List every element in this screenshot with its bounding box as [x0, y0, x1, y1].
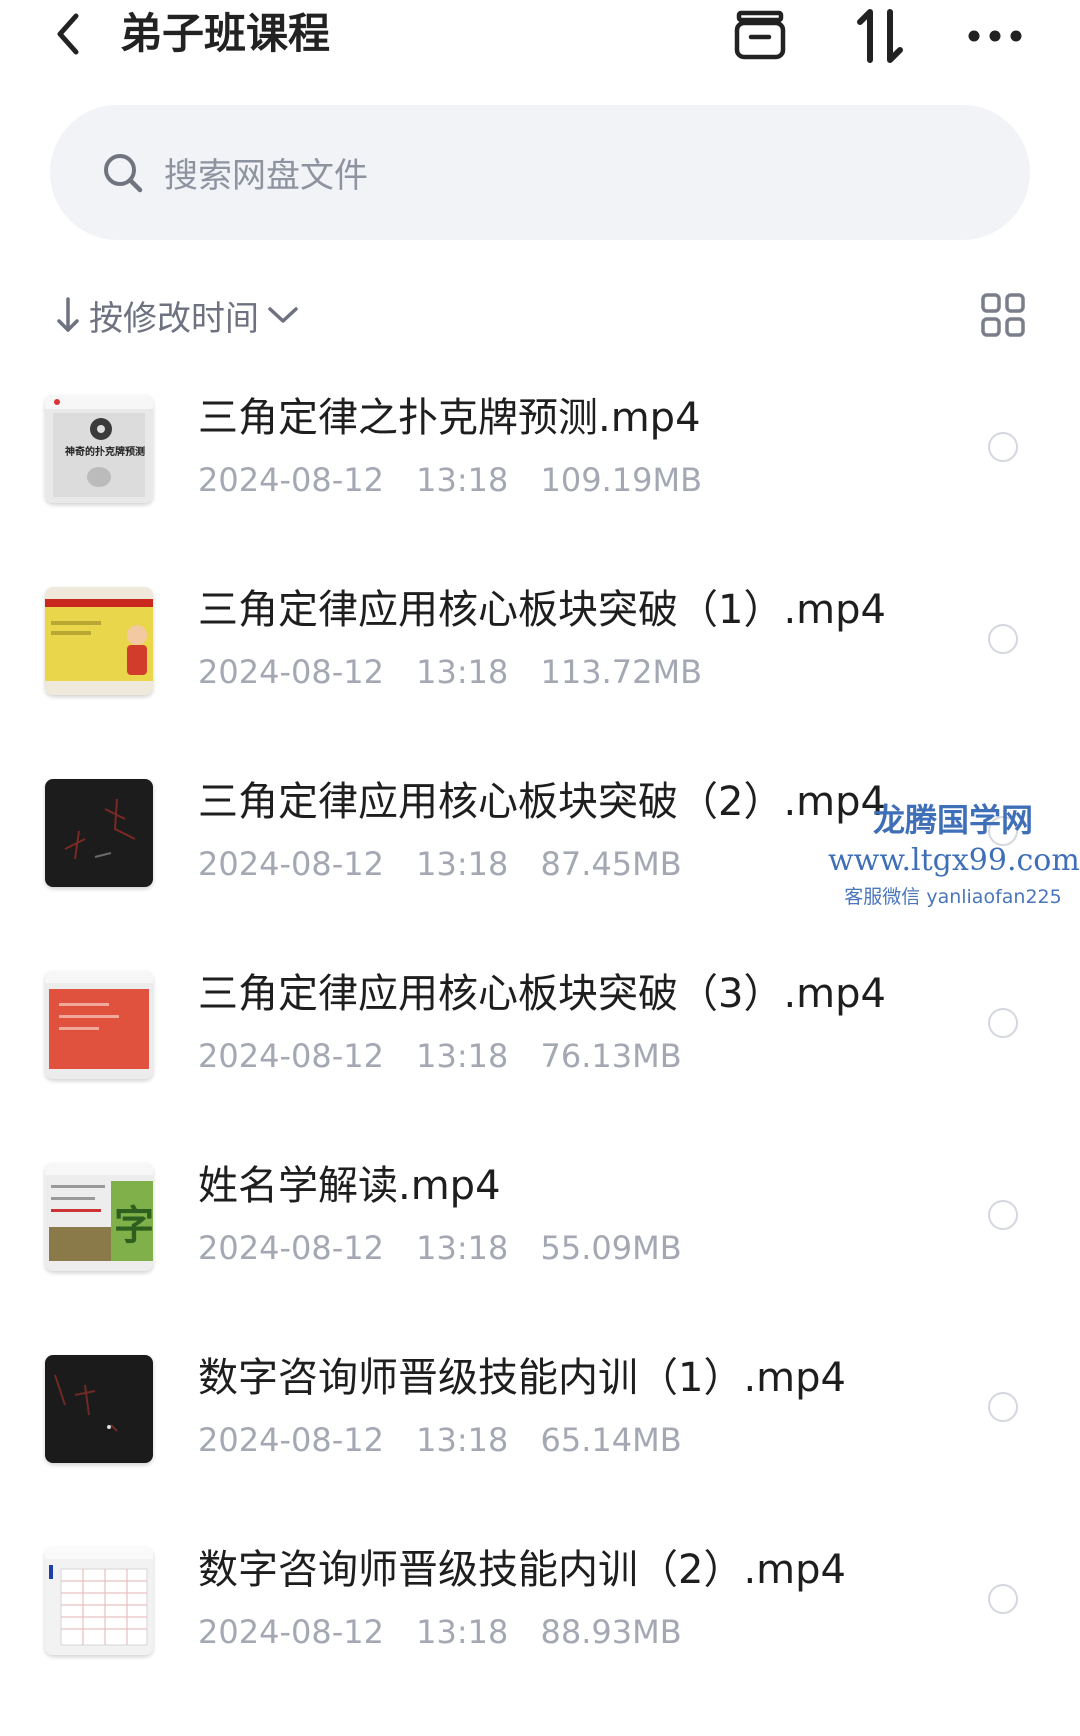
file-date: 2024-08-12: [198, 1037, 384, 1075]
file-meta: 2024-08-12 13:18 76.13MB: [198, 1034, 682, 1078]
search-bar[interactable]: 搜索网盘文件: [50, 105, 1030, 240]
file-meta: 2024-08-12 13:18 109.19MB: [198, 458, 702, 502]
select-radio[interactable]: [988, 432, 1018, 462]
file-date: 2024-08-12: [198, 461, 384, 499]
video-thumbnail: [45, 1355, 153, 1463]
video-thumbnail: 字: [45, 1163, 153, 1271]
file-meta: 2024-08-12 13:18 55.09MB: [198, 1226, 682, 1270]
file-list: 神奇的扑克牌预测 三角定律之扑克牌预测.mp4 2024-08-12 13:18…: [0, 380, 1080, 1724]
file-time: 13:18: [416, 653, 509, 691]
select-radio[interactable]: [988, 624, 1018, 654]
arrow-down-icon: [57, 297, 79, 332]
file-name: 三角定律应用核心板块突破（2）.mp4: [198, 779, 886, 825]
file-size: 65.14MB: [540, 1421, 682, 1459]
file-row[interactable]: 三角定律应用核心板块突破（3）.mp4 2024-08-12 13:18 76.…: [0, 956, 1080, 1148]
file-meta: 2024-08-12 13:18 88.93MB: [198, 1610, 682, 1654]
file-time: 13:18: [416, 1229, 509, 1267]
file-row[interactable]: 神奇的扑克牌预测 三角定律之扑克牌预测.mp4 2024-08-12 13:18…: [0, 380, 1080, 572]
file-name: 三角定律应用核心板块突破（3）.mp4: [198, 971, 886, 1017]
thumb-caption: 神奇的扑克牌预测: [65, 445, 145, 458]
file-name: 数字咨询师晋级技能内训（2）.mp4: [198, 1547, 846, 1593]
file-name: 数字咨询师晋级技能内训（1）.mp4: [198, 1355, 846, 1401]
page-title: 弟子班课程: [120, 9, 331, 58]
file-size: 76.13MB: [540, 1037, 682, 1075]
file-row[interactable]: 三角定律应用核心板块突破（1）.mp4 2024-08-12 13:18 113…: [0, 572, 1080, 764]
select-radio[interactable]: [988, 1008, 1018, 1038]
video-thumbnail: [45, 587, 153, 695]
select-radio[interactable]: [988, 816, 1018, 846]
select-radio[interactable]: [988, 1392, 1018, 1422]
file-name: 三角定律应用核心板块突破（1）.mp4: [198, 587, 886, 633]
file-time: 13:18: [416, 461, 509, 499]
file-meta: 2024-08-12 13:18 65.14MB: [198, 1418, 682, 1462]
file-time: 13:18: [416, 845, 509, 883]
file-date: 2024-08-12: [198, 1613, 384, 1651]
file-date: 2024-08-12: [198, 1421, 384, 1459]
file-date: 2024-08-12: [198, 845, 384, 883]
video-thumbnail: [45, 779, 153, 887]
search-placeholder: 搜索网盘文件: [164, 156, 368, 196]
file-time: 13:18: [416, 1037, 509, 1075]
file-size: 113.72MB: [540, 653, 703, 691]
file-time: 13:18: [416, 1421, 509, 1459]
search-icon: [104, 153, 143, 192]
view-toggle-button[interactable]: [980, 292, 1026, 338]
file-date: 2024-08-12: [198, 1229, 384, 1267]
sort-label: 按修改时间: [89, 298, 259, 339]
file-meta: 2024-08-12 13:18 87.45MB: [198, 842, 682, 886]
file-row[interactable]: 数字咨询师晋级技能内训（2）.mp4 2024-08-12 13:18 88.9…: [0, 1532, 1080, 1724]
chevron-left-icon: [57, 13, 79, 55]
sort-selector[interactable]: 按修改时间: [55, 285, 299, 345]
file-date: 2024-08-12: [198, 653, 384, 691]
file-name: 三角定律之扑克牌预测.mp4: [198, 395, 701, 441]
thumb-caption: 字: [114, 1203, 153, 1249]
more-icon: [968, 30, 1022, 42]
file-size: 88.93MB: [540, 1613, 682, 1651]
back-button[interactable]: [48, 10, 88, 58]
header-bar: 弟子班课程: [0, 0, 1080, 70]
file-size: 55.09MB: [540, 1229, 682, 1267]
file-size: 87.45MB: [540, 845, 682, 883]
file-size: 109.19MB: [540, 461, 703, 499]
select-radio[interactable]: [988, 1200, 1018, 1230]
transfer-button[interactable]: [850, 6, 910, 66]
file-row[interactable]: 字 姓名学解读.mp4 2024-08-12 13:18 55.09MB: [0, 1148, 1080, 1340]
more-button[interactable]: [965, 6, 1025, 66]
archive-button[interactable]: [730, 6, 790, 66]
video-thumbnail: [45, 971, 153, 1079]
chevron-down-icon: [268, 307, 298, 323]
file-row[interactable]: 数字咨询师晋级技能内训（1）.mp4 2024-08-12 13:18 65.1…: [0, 1340, 1080, 1532]
grid-view-icon: [981, 293, 1025, 337]
video-thumbnail: 神奇的扑克牌预测: [45, 395, 153, 503]
file-name: 姓名学解读.mp4: [198, 1163, 501, 1209]
transfer-icon: [857, 9, 903, 63]
select-radio[interactable]: [988, 1584, 1018, 1614]
file-meta: 2024-08-12 13:18 113.72MB: [198, 650, 702, 694]
archive-icon: [734, 10, 786, 60]
video-thumbnail: [45, 1547, 153, 1655]
file-row[interactable]: 三角定律应用核心板块突破（2）.mp4 2024-08-12 13:18 87.…: [0, 764, 1080, 956]
file-time: 13:18: [416, 1613, 509, 1651]
